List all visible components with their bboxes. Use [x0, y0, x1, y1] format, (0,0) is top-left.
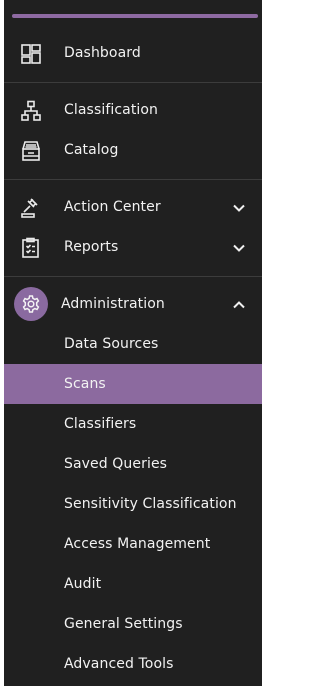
- sidebar-subitem-sensitivity-classification[interactable]: Sensitivity Classification: [4, 484, 262, 524]
- sidebar-item-action-center[interactable]: Action Center: [4, 187, 262, 227]
- sidebar-subitem-audit[interactable]: Audit: [4, 564, 262, 604]
- sidebar-item-dashboard[interactable]: Dashboard: [4, 33, 262, 73]
- sidebar-item-label: Classification: [64, 102, 159, 118]
- sidebar-top-accent-bar: [12, 14, 258, 18]
- divider: [4, 82, 262, 83]
- sidebar-item-label: Catalog: [64, 142, 119, 158]
- sidebar-subitem-advanced-tools[interactable]: Advanced Tools: [4, 644, 262, 684]
- sidebar-item-label: Reports: [64, 239, 119, 255]
- gear-icon: [14, 287, 48, 321]
- sidebar: Dashboard Classification Catalog Action …: [4, 0, 262, 686]
- sidebar-item-label: Dashboard: [64, 45, 141, 61]
- sidebar-subitem-general-settings[interactable]: General Settings: [4, 604, 262, 644]
- divider: [4, 276, 262, 277]
- chevron-down-icon[interactable]: [232, 241, 246, 255]
- sidebar-subitem-label: Sensitivity Classification: [64, 496, 237, 512]
- sidebar-item-catalog[interactable]: Catalog: [4, 130, 262, 170]
- sidebar-item-administration[interactable]: Administration: [4, 284, 262, 324]
- divider: [4, 179, 262, 180]
- cabinet-icon: [20, 140, 42, 162]
- sidebar-subitem-scans[interactable]: Scans: [4, 364, 262, 404]
- sidebar-subitem-label: Saved Queries: [64, 456, 168, 472]
- gavel-icon: [20, 197, 42, 219]
- sidebar-subitem-label: Access Management: [64, 536, 211, 552]
- chevron-down-icon[interactable]: [232, 201, 246, 215]
- dashboard-icon: [20, 43, 42, 65]
- chevron-up-icon[interactable]: [232, 298, 246, 312]
- sidebar-subitem-access-management[interactable]: Access Management: [4, 524, 262, 564]
- sidebar-subitem-label: General Settings: [64, 616, 183, 632]
- sidebar-item-label: Administration: [61, 296, 165, 312]
- sidebar-subitem-saved-queries[interactable]: Saved Queries: [4, 444, 262, 484]
- sidebar-item-label: Action Center: [64, 199, 161, 215]
- sidebar-subitem-label: Classifiers: [64, 416, 137, 432]
- sidebar-subitem-label: Data Sources: [64, 336, 159, 352]
- clipboard-icon: [20, 237, 42, 259]
- sidebar-subitem-label: Audit: [64, 576, 102, 592]
- sidebar-item-classification[interactable]: Classification: [4, 90, 262, 130]
- sidebar-subitem-label: Scans: [64, 376, 106, 392]
- sidebar-item-reports[interactable]: Reports: [4, 227, 262, 267]
- sidebar-subitem-data-sources[interactable]: Data Sources: [4, 324, 262, 364]
- hierarchy-icon: [20, 100, 42, 122]
- sidebar-subitem-classifiers[interactable]: Classifiers: [4, 404, 262, 444]
- sidebar-subitem-label: Advanced Tools: [64, 656, 174, 672]
